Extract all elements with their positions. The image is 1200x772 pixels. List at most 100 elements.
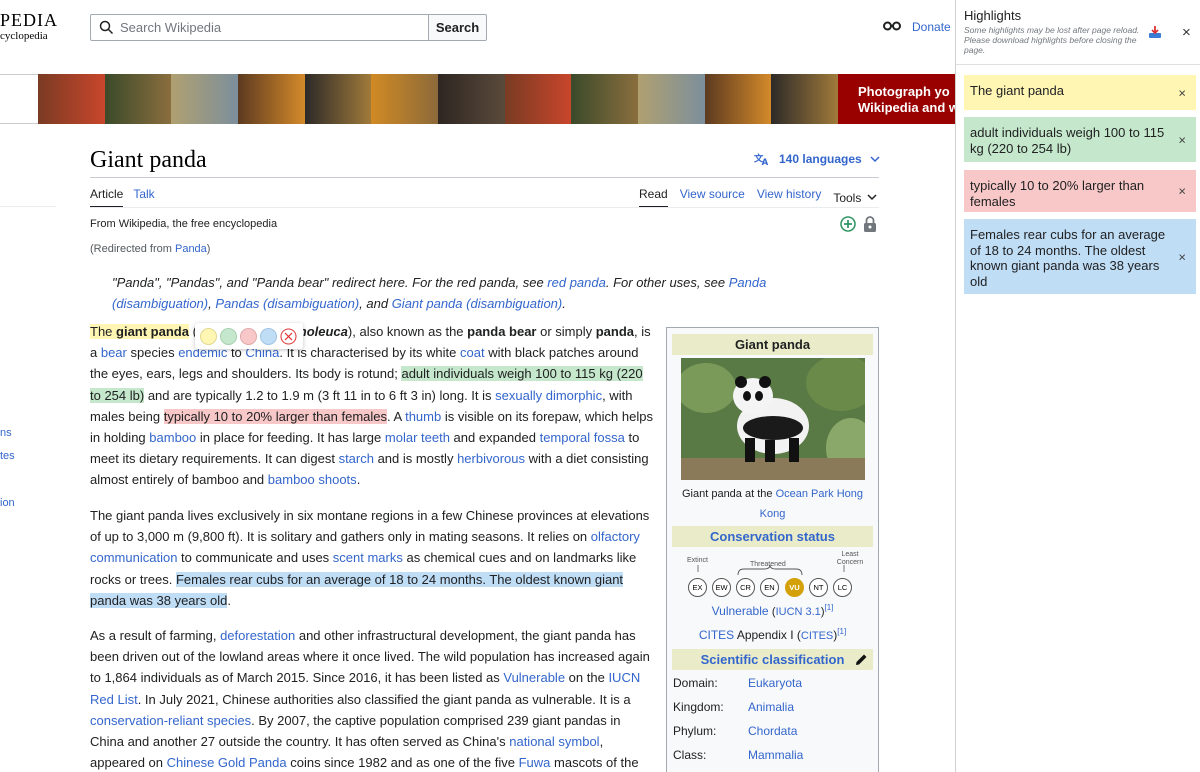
highlight-yellow[interactable]: The giant panda bbox=[90, 324, 189, 339]
search-input-wrapper[interactable] bbox=[90, 14, 429, 41]
hatnote: "Panda", "Pandas", and "Panda bear" redi… bbox=[112, 272, 802, 314]
taxon-link[interactable]: Chordata bbox=[748, 724, 797, 738]
download-icon[interactable] bbox=[1148, 25, 1162, 39]
tab-read[interactable]: Read bbox=[639, 187, 668, 208]
text: on the bbox=[565, 670, 609, 686]
text: As a result of farming, bbox=[90, 628, 221, 643]
status-ew[interactable]: EW bbox=[712, 578, 731, 597]
ref-2[interactable]: [1] bbox=[837, 627, 846, 636]
link-bamboo[interactable]: bamboo bbox=[149, 430, 196, 445]
link-bear[interactable]: bear bbox=[101, 345, 127, 360]
status-cr[interactable]: CR bbox=[736, 578, 755, 597]
link-chinese-gold-panda[interactable]: Chinese Gold Panda bbox=[167, 755, 287, 770]
language-button[interactable]: 文A 140 languages bbox=[754, 152, 880, 166]
link-sexually-dimorphic[interactable]: sexually dimorphic bbox=[495, 388, 602, 403]
tab-talk[interactable]: Talk bbox=[133, 187, 154, 208]
rank-label: Phylum: bbox=[673, 724, 717, 738]
view-tabs: Read View source View history Tools bbox=[639, 187, 877, 208]
taxon-link[interactable]: Mammalia bbox=[748, 748, 803, 762]
tools-menu[interactable]: Tools bbox=[833, 187, 877, 208]
redirect-link[interactable]: Panda bbox=[175, 243, 207, 255]
hatnote-text: . For other uses, see bbox=[605, 275, 729, 290]
link-starch[interactable]: starch bbox=[339, 451, 374, 466]
edit-pencil-icon[interactable] bbox=[855, 653, 868, 666]
link-deforestation[interactable]: deforestation bbox=[220, 628, 295, 643]
swatch-yellow[interactable] bbox=[200, 327, 217, 345]
sidebar-item-2[interactable]: tes bbox=[0, 450, 15, 462]
taxon-link[interactable]: Animalia bbox=[748, 700, 794, 714]
link-scent-marks[interactable]: scent marks bbox=[333, 550, 403, 565]
text: The bbox=[90, 324, 117, 339]
close-icon[interactable]: × bbox=[1178, 132, 1186, 148]
tab-view-source[interactable]: View source bbox=[680, 187, 745, 208]
link-bamboo-shoots[interactable]: bamboo shoots bbox=[268, 472, 357, 487]
tab-view-history[interactable]: View history bbox=[757, 187, 821, 208]
link-herbivorous[interactable]: herbivorous bbox=[457, 451, 525, 466]
taxon-link[interactable]: Eukaryota bbox=[748, 676, 802, 690]
sidebar-item-1[interactable]: ns bbox=[0, 427, 12, 439]
highlight-card-red[interactable]: typically 10 to 20% larger than females × bbox=[964, 170, 1196, 212]
translate-icon: 文A bbox=[754, 153, 769, 166]
panda-photo[interactable] bbox=[681, 358, 865, 480]
hatnote-link-red-panda[interactable]: red panda bbox=[547, 275, 606, 290]
close-panel-icon[interactable]: × bbox=[1182, 24, 1191, 41]
link-cites-source[interactable]: CITES bbox=[801, 630, 833, 642]
search-input[interactable] bbox=[120, 20, 410, 35]
highlight-card-text: Females rear cubs for an average of 18 t… bbox=[970, 227, 1166, 289]
status-nt[interactable]: NT bbox=[809, 578, 828, 597]
remove-highlight-icon[interactable] bbox=[280, 328, 297, 345]
rank-label: Kingdom: bbox=[673, 700, 724, 714]
status-en[interactable]: EN bbox=[760, 578, 779, 597]
link-ocean-park[interactable]: Ocean Park Hong Kong bbox=[760, 488, 863, 520]
highlight-card-yellow[interactable]: The giant panda × bbox=[964, 75, 1196, 110]
conservation-status-heading[interactable]: Conservation status bbox=[672, 526, 873, 547]
link-coat[interactable]: coat bbox=[460, 345, 485, 360]
link-molar-teeth[interactable]: molar teeth bbox=[385, 430, 450, 445]
sidebar-item-3[interactable]: ion bbox=[0, 497, 15, 509]
wikipedia-wordmark[interactable]: PEDIA bbox=[0, 10, 58, 31]
text: . bbox=[356, 472, 361, 488]
link-conservation-reliant[interactable]: conservation-reliant species bbox=[90, 713, 251, 728]
highlight-card-green[interactable]: adult individuals weigh 100 to 115 kg (2… bbox=[964, 117, 1196, 162]
paragraph-2: The giant panda lives exclusively in six… bbox=[90, 505, 655, 611]
hatnote-text: , and bbox=[359, 296, 392, 311]
link-cites[interactable]: CITES bbox=[699, 628, 734, 642]
search-bar: Search bbox=[90, 14, 487, 41]
ref-1[interactable]: [1] bbox=[824, 603, 833, 612]
swatch-red[interactable] bbox=[240, 327, 257, 345]
highlight-red[interactable]: typically 10 to 20% larger than females bbox=[163, 408, 388, 424]
status-ex[interactable]: EX bbox=[688, 578, 707, 597]
scientific-classification-heading[interactable]: Scientific classification bbox=[672, 649, 873, 670]
swatch-blue[interactable] bbox=[260, 327, 277, 345]
banner-line-2: Wikipedia and w bbox=[858, 100, 955, 115]
close-icon[interactable]: × bbox=[1178, 183, 1186, 199]
bold-term: giant panda bbox=[116, 324, 189, 339]
lock-icon[interactable] bbox=[863, 216, 877, 232]
donate-link[interactable]: Donate bbox=[912, 20, 951, 34]
good-article-icon[interactable] bbox=[840, 216, 856, 232]
reading-glasses-icon[interactable] bbox=[883, 21, 901, 31]
swatch-green[interactable] bbox=[220, 327, 237, 345]
link-vulnerable-status[interactable]: Vulnerable bbox=[712, 604, 769, 618]
panel-warning: Some highlights may be lost after page r… bbox=[964, 25, 1140, 55]
hatnote-link-giant-panda-disambig[interactable]: Giant panda (disambiguation) bbox=[392, 296, 563, 311]
link-temporal-fossa[interactable]: temporal fossa bbox=[540, 430, 625, 445]
close-icon[interactable]: × bbox=[1178, 249, 1186, 265]
link-iucn-31[interactable]: IUCN 3.1 bbox=[776, 606, 821, 618]
highlight-card-blue[interactable]: Females rear cubs for an average of 18 t… bbox=[964, 219, 1196, 294]
link-fuwa[interactable]: Fuwa bbox=[519, 755, 551, 770]
search-button[interactable]: Search bbox=[429, 14, 487, 41]
text: or simply bbox=[536, 324, 596, 339]
status-lc[interactable]: LC bbox=[833, 578, 852, 597]
close-icon[interactable]: × bbox=[1178, 85, 1186, 101]
link-thumb[interactable]: thumb bbox=[405, 409, 441, 424]
status-vu[interactable]: VU bbox=[785, 578, 804, 597]
svg-text:A: A bbox=[762, 158, 769, 166]
panel-title: Highlights bbox=[964, 8, 1022, 23]
hatnote-link-pandas-disambig[interactable]: Pandas (disambiguation) bbox=[215, 296, 359, 311]
campaign-banner[interactable]: Photograph yo Wikipedia and w bbox=[0, 74, 955, 124]
link-national-symbol[interactable]: national symbol bbox=[509, 734, 599, 749]
text: . It is characterised by its white bbox=[279, 345, 460, 361]
link-vulnerable[interactable]: Vulnerable bbox=[503, 670, 565, 685]
tab-article[interactable]: Article bbox=[90, 187, 124, 208]
